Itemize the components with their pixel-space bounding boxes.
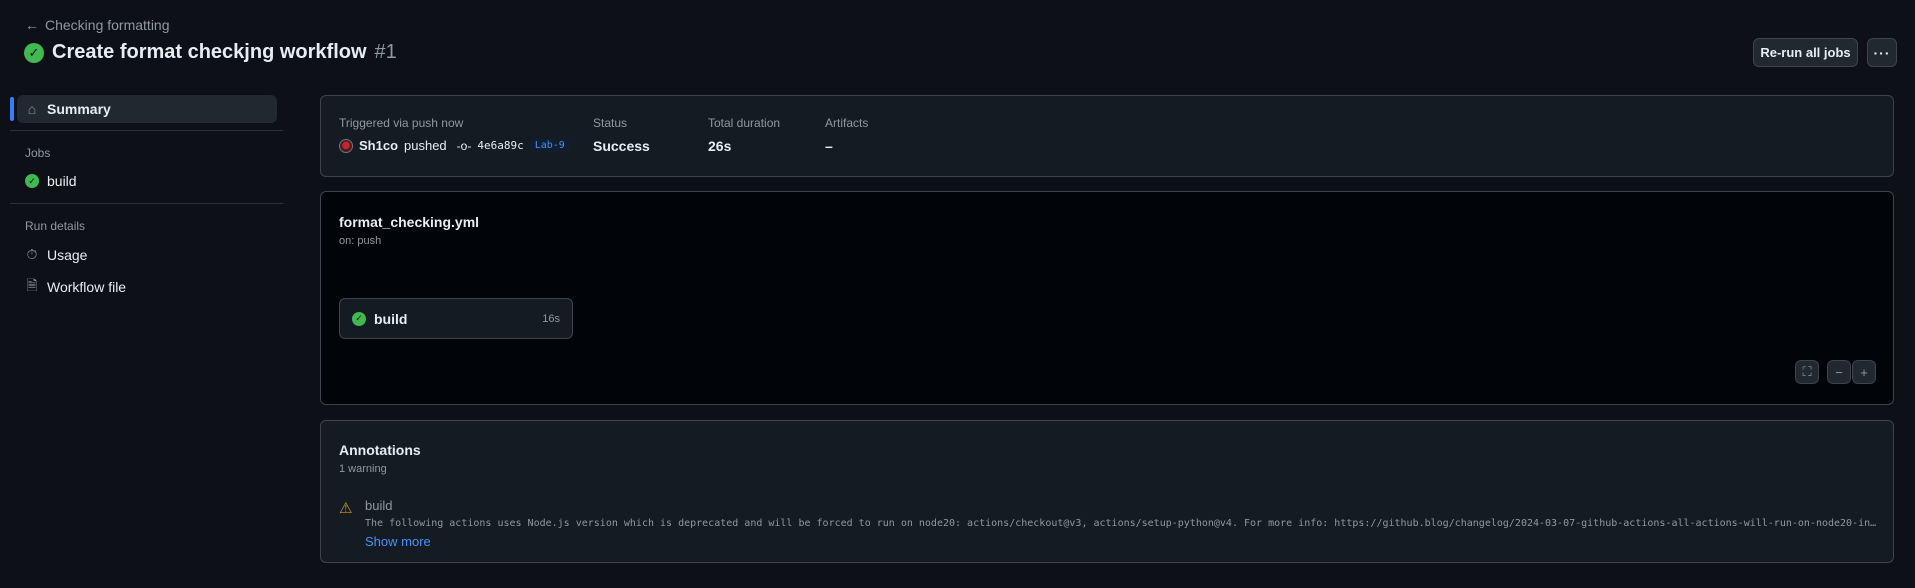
sidebar-item-workflow-file[interactable]: 🗎 Workflow file [25, 275, 126, 299]
check-circle-icon: ✓ [25, 174, 39, 188]
branch-badge[interactable]: Lab-9 [529, 139, 570, 152]
annotations-title: Annotations [339, 442, 421, 458]
sidebar-item-summary[interactable]: ⌂ Summary [17, 95, 277, 123]
arrow-left-icon: ← [25, 17, 39, 33]
pusher-info: Sh1co pushed -o- 4e6a89c Lab-9 [339, 138, 570, 153]
page-title: ✓ Create format checkjng workflow #1 [24, 41, 397, 64]
zoom-in-button[interactable]: + [1852, 360, 1876, 384]
status-value: Success [593, 138, 650, 154]
annotation-job[interactable]: build [365, 498, 392, 513]
sidebar-item-build[interactable]: ✓ build [25, 173, 77, 189]
sidebar-item-label: build [47, 173, 77, 189]
sidebar-item-label: Workflow file [47, 279, 127, 295]
sidebar-item-label: Usage [47, 246, 88, 263]
sidebar-item-usage[interactable]: ⏱ Usage [25, 246, 88, 263]
annotation-message: The following actions uses Node.js versi… [365, 518, 1880, 529]
annotations-card: Annotations 1 warning ⚠ build The follow… [320, 420, 1894, 563]
fullscreen-button[interactable]: ⛶ [1795, 360, 1819, 384]
rerun-all-jobs-button[interactable]: Re-run all jobs [1753, 38, 1858, 67]
minus-icon: − [1835, 364, 1843, 380]
duration-value: 26s [708, 138, 732, 154]
jobs-heading: Jobs [25, 146, 51, 160]
job-duration: 16s [542, 312, 560, 325]
sidebar-item-label: Summary [47, 101, 111, 117]
job-name: build [374, 310, 408, 327]
plus-icon: + [1860, 364, 1868, 380]
pusher-username[interactable]: Sh1co [359, 138, 398, 153]
check-circle-icon: ✓ [24, 42, 44, 63]
job-node-build[interactable]: ✓ build 16s [339, 298, 573, 339]
back-link-label: Checking formatting [45, 17, 170, 33]
fullscreen-icon: ⛶ [1802, 364, 1812, 379]
sidebar-divider [10, 130, 283, 131]
run-number: #1 [374, 41, 397, 63]
run-title: Create format checkjng workflow [52, 41, 367, 63]
pushed-label: pushed [404, 138, 447, 153]
commit-sha[interactable]: 4e6a89c [477, 139, 523, 152]
check-circle-icon: ✓ [352, 311, 366, 326]
annotations-count: 1 warning [339, 463, 387, 475]
duration-label: Total duration [708, 116, 781, 130]
more-options-button[interactable]: ··· [1867, 38, 1897, 67]
home-icon: ⌂ [27, 101, 37, 117]
trigger-label: Triggered via push now [339, 116, 464, 130]
artifacts-value: – [825, 138, 833, 154]
workflow-file-name: format_checking.yml [339, 214, 480, 230]
file-icon: 🗎 [26, 277, 38, 293]
run-summary-card: Triggered via push now Sh1co pushed -o- … [320, 95, 1894, 177]
zoom-out-button[interactable]: − [1827, 360, 1851, 384]
run-details-heading: Run details [25, 219, 86, 233]
artifacts-label: Artifacts [825, 116, 869, 130]
sidebar-divider [10, 203, 283, 204]
workflow-trigger: on: push [339, 235, 382, 247]
git-commit-icon: -o- [456, 138, 472, 153]
active-indicator [10, 97, 14, 121]
show-more-link[interactable]: Show more [365, 534, 431, 549]
warning-icon: ⚠ [339, 500, 353, 517]
back-link[interactable]: ← Checking formatting [25, 17, 170, 33]
avatar[interactable] [339, 138, 353, 153]
workflow-graph-card: format_checking.yml on: push ✓ build 16s… [320, 191, 1894, 405]
stopwatch-icon: ⏱ [26, 246, 38, 262]
status-label: Status [593, 116, 628, 130]
